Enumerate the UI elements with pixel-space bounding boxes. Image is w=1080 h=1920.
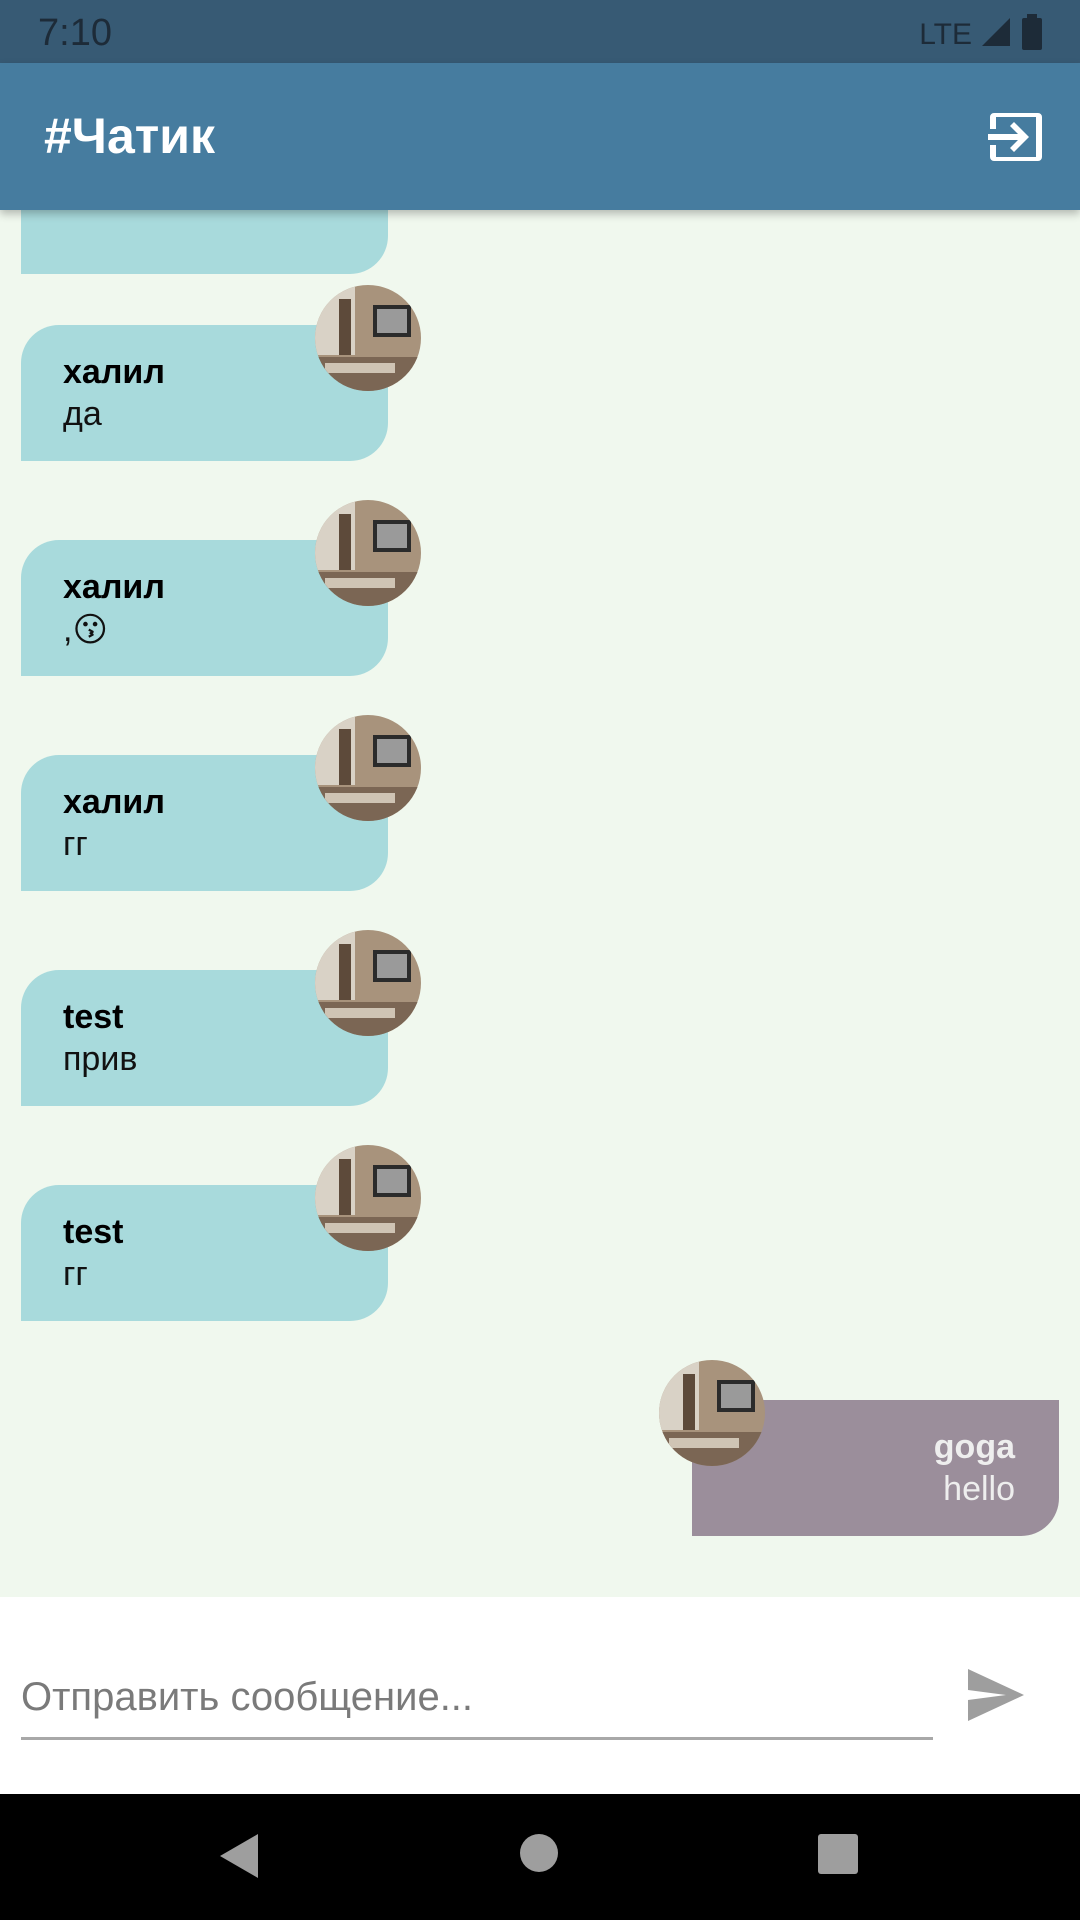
send-icon xyxy=(968,1669,1024,1721)
battery-icon xyxy=(1020,14,1044,55)
logout-button[interactable] xyxy=(986,107,1046,167)
avatar xyxy=(315,285,421,391)
message-text: hello xyxy=(943,1470,1015,1508)
message-author: test xyxy=(63,1213,124,1251)
logout-icon xyxy=(988,113,1042,161)
send-button[interactable] xyxy=(966,1667,1026,1723)
message-list[interactable]: халил да халил ,😗 халил гг test прив tes… xyxy=(0,210,1080,1597)
app-bar: #Чатик xyxy=(0,63,1080,210)
recents-button[interactable] xyxy=(818,1834,858,1879)
system-nav-bar xyxy=(0,1794,1080,1920)
message-text: прив xyxy=(63,1040,138,1078)
message-author: халил xyxy=(63,353,165,391)
home-button[interactable] xyxy=(520,1834,558,1877)
message-text: ,😗 xyxy=(63,611,108,649)
message-author: халил xyxy=(63,783,165,821)
avatar xyxy=(315,715,421,821)
status-time: 7:10 xyxy=(38,12,112,54)
network-type: LTE xyxy=(919,17,972,51)
chat-title: #Чатик xyxy=(44,108,215,164)
avatar xyxy=(659,1360,765,1466)
back-button[interactable] xyxy=(218,1832,260,1885)
signal-icon xyxy=(980,16,1012,53)
avatar xyxy=(315,930,421,1036)
composer xyxy=(0,1597,1080,1794)
message-text: гг xyxy=(63,825,88,863)
message-input[interactable] xyxy=(21,1657,933,1740)
recents-icon xyxy=(818,1834,858,1874)
message-bubble-partial xyxy=(21,210,388,274)
message-author: халил xyxy=(63,568,165,606)
avatar xyxy=(315,1145,421,1251)
message-author: goga xyxy=(933,1428,1015,1466)
back-icon xyxy=(220,1834,258,1878)
home-icon xyxy=(520,1834,558,1872)
message-text: гг xyxy=(63,1255,88,1293)
status-icons: LTE xyxy=(919,14,1044,55)
message-author: test xyxy=(63,998,124,1036)
status-bar: 7:10 LTE xyxy=(0,0,1080,63)
avatar xyxy=(315,500,421,606)
message-text: да xyxy=(63,395,102,433)
